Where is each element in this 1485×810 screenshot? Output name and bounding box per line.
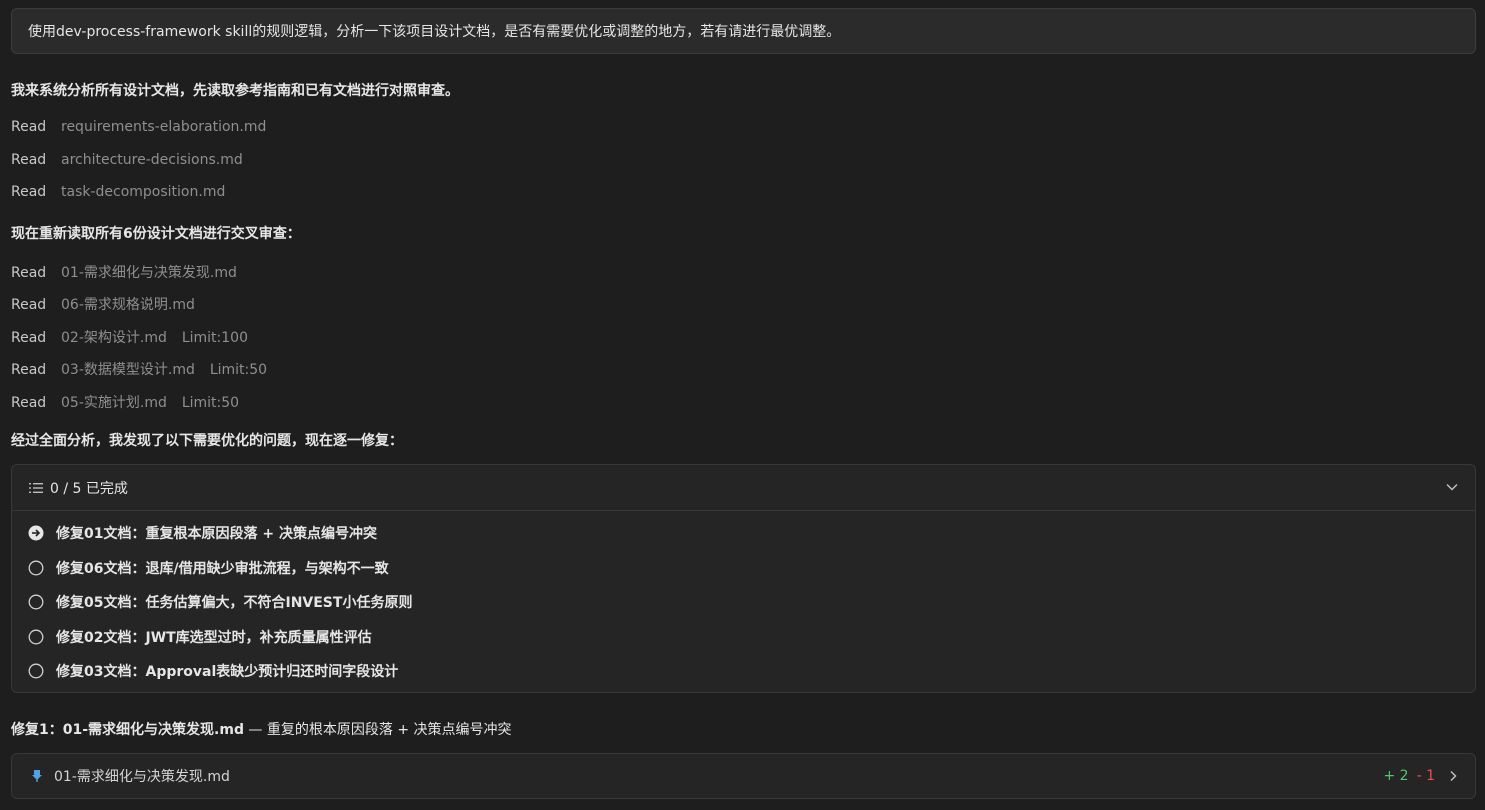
read-limit: Limit:50 [209,362,268,378]
read-file-name[interactable]: 02-架构设计.md [61,327,167,347]
todo-item-text: 修复06文档：退库/借用缺少审批流程，与架构不一致 [56,561,389,577]
todo-header[interactable]: 0 / 5 已完成 [12,465,1475,511]
pending-circle-icon [28,594,44,610]
read-label: Read [11,330,47,346]
todo-item: 修复02文档：JWT库选型过时，补充质量属性评估 [28,627,372,647]
todo-list-card: 0 / 5 已完成 修复01文档：重复根本原因段落 + 决策点编号冲突 修复06… [11,464,1476,693]
fix-heading-rest: — 重复的根本原因段落 + 决策点编号冲突 [243,722,512,738]
cross-review-heading: 现在重新读取所有6份设计文档进行交叉审查： [11,226,301,242]
chevron-down-icon[interactable] [1445,480,1459,494]
read-row[interactable]: Read 02-架构设计.md Limit:100 [11,327,248,347]
todo-item-text: 修复05文档：任务估算偏大，不符合INVEST小任务原则 [56,595,413,611]
read-file-name[interactable]: 01-需求细化与决策发现.md [61,262,237,282]
todo-progress-label: 0 / 5 已完成 [50,480,128,497]
chevron-right-icon[interactable] [1447,770,1459,782]
read-label: Read [11,362,47,378]
read-row[interactable]: Read 05-实施计划.md Limit:50 [11,392,239,412]
read-label: Read [11,265,47,281]
analysis-heading: 经过全面分析，我发现了以下需要优化的问题，现在逐一修复： [11,433,403,449]
user-message-text: 使用dev-process-framework skill的规则逻辑，分析一下该… [28,24,841,40]
todo-item: 修复06文档：退库/借用缺少审批流程，与架构不一致 [28,558,389,578]
read-row[interactable]: Read 01-需求细化与决策发现.md [11,262,237,282]
read-row[interactable]: Read 03-数据模型设计.md Limit:50 [11,359,267,379]
diff-stats: + 2 - 1 [1383,768,1435,784]
list-icon [29,482,43,493]
pending-circle-icon [28,663,44,679]
read-file-name[interactable]: task-decomposition.md [61,184,225,200]
todo-item-text: 修复03文档：Approval表缺少预计归还时间字段设计 [56,664,399,680]
intro-heading: 我来系统分析所有设计文档，先读取参考指南和已有文档进行对照审查。 [11,83,459,99]
read-file-name[interactable]: 06-需求规格说明.md [61,294,195,314]
diff-added-count: + 2 [1383,768,1409,784]
pending-circle-icon [28,560,44,576]
file-edit-name[interactable]: 01-需求细化与决策发现.md [54,766,230,786]
read-file-name[interactable]: requirements-elaboration.md [61,119,266,135]
in-progress-arrow-icon [28,525,44,541]
read-row[interactable]: Read task-decomposition.md [11,184,225,200]
read-row[interactable]: Read 06-需求规格说明.md [11,294,195,314]
read-row[interactable]: Read architecture-decisions.md [11,152,243,168]
read-row[interactable]: Read requirements-elaboration.md [11,119,266,135]
pin-icon [32,770,42,782]
fix-heading: 修复1：01-需求细化与决策发现.md — 重复的根本原因段落 + 决策点编号冲… [11,719,512,739]
todo-item: 修复01文档：重复根本原因段落 + 决策点编号冲突 [28,523,377,543]
read-file-name[interactable]: 03-数据模型设计.md [61,359,195,379]
todo-item-text: 修复02文档：JWT库选型过时，补充质量属性评估 [56,630,372,646]
file-edit-card[interactable]: 01-需求细化与决策发现.md + 2 - 1 [11,753,1476,799]
read-limit: Limit:50 [181,395,240,411]
read-label: Read [11,119,47,135]
todo-item-text: 修复01文档：重复根本原因段落 + 决策点编号冲突 [56,526,377,542]
read-file-name[interactable]: 05-实施计划.md [61,392,167,412]
fix-heading-strong: 修复1：01-需求细化与决策发现.md [11,722,244,738]
read-file-name[interactable]: architecture-decisions.md [61,152,243,168]
pending-circle-icon [28,629,44,645]
read-label: Read [11,297,47,313]
todo-item: 修复03文档：Approval表缺少预计归还时间字段设计 [28,661,398,681]
user-message: 使用dev-process-framework skill的规则逻辑，分析一下该… [11,8,1476,54]
read-limit: Limit:100 [181,330,248,346]
read-label: Read [11,395,47,411]
chat-panel: 使用dev-process-framework skill的规则逻辑，分析一下该… [0,0,1485,810]
read-label: Read [11,184,47,200]
diff-removed-count: - 1 [1416,768,1435,784]
todo-item: 修复05文档：任务估算偏大，不符合INVEST小任务原则 [28,592,412,612]
read-label: Read [11,152,47,168]
